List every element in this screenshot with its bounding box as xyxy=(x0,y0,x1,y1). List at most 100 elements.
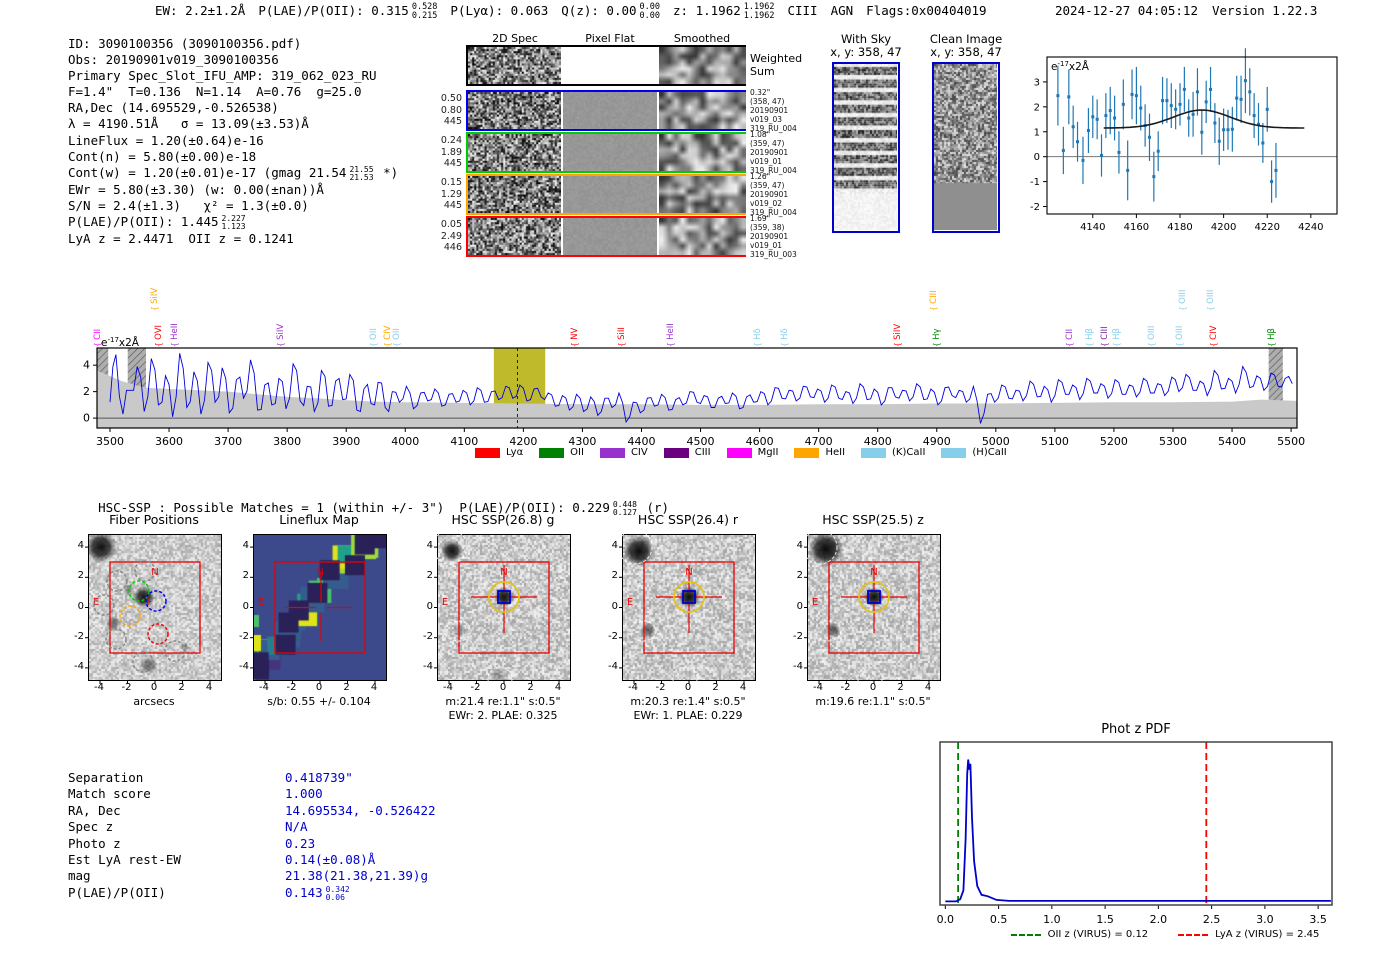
spec2d-2d-cell xyxy=(468,176,561,213)
cutout-image: NE xyxy=(802,529,941,692)
cutout-title: HSC SSP(25.5) z xyxy=(822,512,924,527)
info-line: Primary Spec_Slot_IFU_AMP: 319_062_023_R… xyxy=(68,68,377,84)
fiber-circle xyxy=(132,651,154,673)
match-table-value: 14.695534, -0.526422 xyxy=(285,802,436,818)
match-table-label: mag xyxy=(68,868,91,884)
spec2d-row-right-label: 1.08" (359, 47) 20190901 v019_01 319_RU_004 xyxy=(750,130,797,175)
cutout-annotations: NE xyxy=(617,529,745,692)
spec2d-header-smoothed: Smoothed xyxy=(673,32,731,45)
cutout-title: HSC SSP(26.8) g xyxy=(451,512,555,527)
svg-text:3.5: 3.5 xyxy=(1309,913,1327,926)
spec2d-row-left-label: 0.15 1.29 445 xyxy=(440,177,462,211)
spec2d-smoothed-cell xyxy=(659,92,747,129)
line-id-label: Hδ xyxy=(753,328,763,347)
svg-text:-2: -2 xyxy=(1030,202,1040,213)
spectrum-units-label: e-17x2Å xyxy=(101,336,140,349)
info-line: RA,Dec (14.695529,-0.526538) xyxy=(68,100,279,116)
info-line: LyA z = 2.4471 OII z = 0.1241 xyxy=(68,231,294,247)
compass-east: E xyxy=(442,597,448,608)
spec2d-exposure-row xyxy=(466,132,747,173)
match-table-row: Separation 0.418739" xyxy=(68,770,353,786)
spectrum-x-tick: 3500 xyxy=(96,435,124,448)
catalog-position-box xyxy=(682,590,696,604)
line-id-label: SiIV xyxy=(150,288,160,311)
spec2d-pixelflat-cell xyxy=(562,134,658,171)
line-id-label: Hδ xyxy=(780,328,790,347)
info-line: λ = 4190.51Å σ = 13.09(±3.53)Å xyxy=(68,116,309,132)
spectrum-x-tick: 3800 xyxy=(273,435,301,448)
cutout-annotations: NE xyxy=(250,546,376,684)
spec2d-2d-cell xyxy=(468,92,561,129)
clean-image-title: Clean Image x, y: 358, 47 xyxy=(929,32,1003,59)
cutout-y-tick: -4 xyxy=(74,660,84,672)
cutout-x-tick: 2 xyxy=(897,682,904,693)
info-line: Cont(w) = 1.20(±0.01)e-17 (gmag 21.54 21.… xyxy=(68,164,399,182)
cutout-panel-hscg: HSC SSP(26.8) g NE4 2 0 -2 -4 -4 -2 0 2 4 m:21.4 re… xyxy=(405,512,601,722)
info-line: ID: 3090100356 (3090100356.pdf) xyxy=(68,36,302,51)
spec2d-exposure-row xyxy=(466,90,747,131)
info-line: P(LAE)/P(OII): 1.445 2.227 1.123 xyxy=(68,213,246,232)
header-timestamp: 2024-12-27 04:05:12 Version 1.22.3 xyxy=(1055,3,1317,18)
cutout-image: N E + xyxy=(85,534,222,684)
fit-units-label: e-17x2Å xyxy=(1051,60,1090,73)
match-table-label: Est LyA rest-EW xyxy=(68,852,181,868)
cutout-x-tick: -2 xyxy=(840,682,851,693)
cutout-annotations: NE xyxy=(432,529,560,692)
cutout-xlabel2: EWr: 1. PLAE: 0.229 xyxy=(633,709,743,722)
line-id-label: Hβ xyxy=(1112,328,1122,347)
match-table-row: Photo z 0.23 xyxy=(68,836,315,852)
line-id-label: OIII xyxy=(1178,290,1188,311)
fiber-circle xyxy=(164,640,186,662)
svg-text:1.0: 1.0 xyxy=(1043,913,1061,926)
line-id-label: CIII xyxy=(1100,326,1110,347)
cutout-y-tick: 0 xyxy=(611,600,618,612)
header-plya: P(Lyα): 0.063 xyxy=(450,3,549,18)
spectrum-x-tick: 4000 xyxy=(391,435,419,448)
cutout-x-tick: -2 xyxy=(286,682,297,693)
spec2d-smoothed-cell xyxy=(659,47,747,84)
report-version: Version 1.22.3 xyxy=(1212,3,1318,18)
cutout-y-tick: 2 xyxy=(242,570,249,582)
spec2d-row-right-label: 0.32" (358, 47) 20190901 v019_03 319_RU_004 xyxy=(750,88,797,133)
cutout-annotations: NE + xyxy=(85,546,211,684)
compass-east: E xyxy=(627,597,633,608)
svg-text:1: 1 xyxy=(1034,127,1040,138)
legend-swatch xyxy=(794,447,820,458)
clean-image-frame xyxy=(932,62,1000,233)
spec2d-exposure-row xyxy=(466,174,747,215)
cutout-x-tick: 4 xyxy=(924,682,932,693)
info-line: S/N = 2.4(±1.3) χ² = 1.3(±0.0) xyxy=(68,198,309,213)
info-line: LineFlux = 1.20(±0.64)e-16 xyxy=(68,132,264,148)
line-id-label: CIV xyxy=(1209,326,1219,347)
legend-item: CIII xyxy=(663,447,711,458)
line-id-label: OII xyxy=(369,328,379,347)
with-sky-image xyxy=(834,64,897,230)
info-line: F=1.4" T=0.136 N=1.14 A=0.76 g=25.0 xyxy=(68,84,362,100)
cutout-y-tick: -4 xyxy=(239,660,249,672)
cutout-y-tick: -2 xyxy=(793,630,803,642)
line-id-label: Hβ xyxy=(1267,328,1277,347)
cutout-y-tick: 4 xyxy=(426,540,433,552)
cutout-title: HSC SSP(26.4) r xyxy=(637,512,739,527)
cutout-x-tick: 4 xyxy=(205,682,213,693)
header-z: z: 1.1962 xyxy=(673,3,741,18)
spec2d-row-left-label: 0.05 2.49 446 xyxy=(440,219,462,253)
line-id-label: NV xyxy=(570,328,580,347)
line-id-label: Hγ xyxy=(932,328,942,347)
svg-text:2.0: 2.0 xyxy=(1150,913,1168,926)
match-table-label: P(LAE)/P(OII) xyxy=(68,884,166,900)
cutout-y-tick: 0 xyxy=(796,600,803,612)
fiber-circle xyxy=(105,628,127,650)
header-ew: EW: 2.2±1.2Å xyxy=(155,3,246,18)
svg-text:3: 3 xyxy=(1034,77,1040,88)
svg-text:2: 2 xyxy=(1034,102,1040,113)
cutout-panel-hscr: HSC SSP(26.4) r NE4 2 0 -2 -4 -4 -2 0 2 4 m:20.3 re… xyxy=(590,512,786,722)
match-table-label: Separation xyxy=(68,770,144,785)
cutout-x-tick: 2 xyxy=(178,682,185,693)
cutout-y-tick: 0 xyxy=(77,600,84,612)
svg-text:1.5: 1.5 xyxy=(1096,913,1114,926)
cutout-image: NE xyxy=(250,534,387,684)
photz-legend-item: OII z (VIRUS) = 0.12 xyxy=(1010,929,1148,940)
spec2d-header-pixelflat: Pixel Flat xyxy=(585,32,635,45)
cutout-image: NE xyxy=(617,529,756,692)
